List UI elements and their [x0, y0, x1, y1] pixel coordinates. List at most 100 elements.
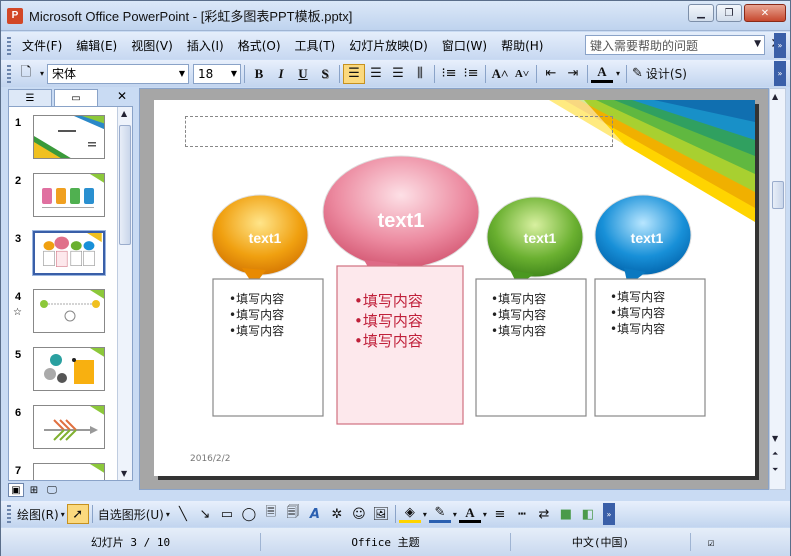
draw-menu-button[interactable]: 绘图(R) ▾ — [15, 504, 67, 524]
bold-button[interactable]: B — [248, 64, 270, 84]
slide-thumbnail-1[interactable]: 1 — [9, 115, 117, 167]
panel-close-icon[interactable]: ✕ — [117, 89, 127, 103]
arrow-tool-icon[interactable]: ↘ — [194, 504, 216, 524]
scroll-up-icon[interactable]: ▲ — [121, 109, 127, 118]
drawing-grip[interactable] — [7, 505, 11, 523]
wordart-icon[interactable]: A — [304, 504, 326, 524]
font-color-icon[interactable]: A — [591, 64, 613, 83]
autoshapes-label: 自选图形(U) — [97, 507, 164, 522]
slide-sorter-icon[interactable]: ⊞ — [26, 483, 42, 497]
menu-help[interactable]: 帮助(H) — [494, 36, 550, 56]
menu-edit[interactable]: 编辑(E) — [69, 36, 124, 56]
title-bar: P Microsoft Office PowerPoint - [彩虹多图表PP… — [1, 1, 790, 31]
decrease-font-icon[interactable]: A˅ — [511, 64, 533, 84]
slide-thumbnail-3[interactable]: 3 — [9, 230, 117, 283]
autoshapes-button[interactable]: 自选图形(U) ▾ — [96, 504, 172, 524]
tab-outline[interactable]: ☰ — [8, 89, 52, 106]
thumbnails-scrollbar[interactable]: ▲ ▼ — [117, 107, 132, 480]
fill-color-icon[interactable]: ◈ — [398, 505, 421, 523]
align-left-icon[interactable]: ☰ — [343, 63, 365, 84]
rectangle-tool-icon[interactable]: ▭ — [216, 504, 238, 524]
dash-style-icon[interactable]: ┅ — [511, 504, 533, 524]
clipart-icon[interactable]: ☺ — [348, 504, 370, 524]
title-placeholder[interactable] — [185, 116, 613, 147]
drawing-overflow-icon[interactable]: » — [602, 503, 615, 525]
scroll-down-icon[interactable]: ▼ — [772, 434, 778, 443]
menu-file[interactable]: 文件(F) — [15, 36, 69, 56]
fill-dropdown-icon[interactable]: ▾ — [421, 504, 429, 524]
new-document-icon[interactable]: 🗋 — [15, 64, 37, 84]
arrow-style-icon[interactable]: ⇄ — [533, 504, 555, 524]
slide-thumbnail-7[interactable]: 7 — [9, 463, 117, 480]
design-button[interactable]: ✎ 设计(S) — [630, 64, 689, 84]
scrollbar-thumb[interactable] — [119, 125, 131, 245]
line-style-icon[interactable]: ≡ — [489, 504, 511, 524]
line-color-icon[interactable]: ✎ — [428, 505, 451, 523]
normal-view-icon[interactable]: ▣ — [8, 483, 24, 497]
next-slide-icon[interactable]: ⏷ — [772, 465, 778, 475]
slide-thumbnails: 1 2 3 4 ☆ 5 6 7 ▲ ▼ — [8, 106, 133, 481]
align-right-icon[interactable]: ☰ — [387, 64, 409, 84]
line-color-dropdown-icon[interactable]: ▾ — [451, 504, 459, 524]
scrollbar-thumb[interactable] — [772, 181, 784, 209]
line-tool-icon[interactable]: ╲ — [172, 504, 194, 524]
slide-thumbnail-2[interactable]: 2 — [9, 173, 117, 225]
decrease-indent-icon[interactable]: ⇤ — [540, 64, 562, 84]
slide-thumbnail-5[interactable]: 5 — [9, 347, 117, 399]
toolbar-grip[interactable] — [7, 64, 11, 83]
chevron-down-icon[interactable]: ▼ — [754, 39, 761, 49]
help-placeholder: 键入需要帮助的问题 — [590, 38, 699, 53]
underline-button[interactable]: U — [292, 64, 314, 84]
menu-format[interactable]: 格式(O) — [231, 36, 288, 56]
toolbar-overflow-icon[interactable]: » — [774, 61, 786, 86]
select-pointer-icon[interactable]: ➚ — [66, 504, 89, 524]
close-button[interactable]: ✕ — [744, 4, 786, 22]
picture-icon[interactable]: 🖼 — [370, 504, 392, 524]
menu-insert[interactable]: 插入(I) — [180, 36, 231, 56]
slide-thumbnail-6[interactable]: 6 — [9, 405, 117, 457]
menu-slideshow[interactable]: 幻灯片放映(D) — [342, 36, 435, 56]
toolbar-options-icon[interactable]: ▾ — [37, 64, 47, 84]
slide-canvas[interactable]: text1 text1 text1 text1 •填写内容 •填写内容 •填写内… — [154, 100, 755, 476]
menu-window[interactable]: 窗口(W) — [435, 36, 494, 56]
italic-button[interactable]: I — [270, 64, 292, 84]
content-box-4[interactable]: •填写内容 •填写内容 •填写内容 — [610, 289, 665, 337]
font-color-draw-icon[interactable]: A — [458, 505, 481, 523]
diagram-icon[interactable]: ✲ — [326, 504, 348, 524]
bulleted-list-icon[interactable]: ⁝≡ — [460, 64, 482, 84]
distribute-icon[interactable]: ⫼ — [409, 64, 431, 84]
increase-indent-icon[interactable]: ⇥ — [562, 64, 584, 84]
scroll-down-icon[interactable]: ▼ — [121, 469, 127, 478]
textbox-tool-icon[interactable]: 🗏 — [260, 504, 282, 524]
editor-scrollbar[interactable]: ▲ ▼ ⏶ ⏷ — [769, 88, 786, 490]
content-box-3[interactable]: •填写内容 •填写内容 •填写内容 — [491, 291, 546, 339]
font-color-draw-dropdown-icon[interactable]: ▾ — [481, 504, 489, 524]
shadow-button[interactable]: S — [314, 64, 336, 84]
increase-font-icon[interactable]: A˄ — [489, 64, 511, 84]
powerpoint-icon[interactable]: P — [7, 7, 23, 24]
shadow-style-icon[interactable]: ■ — [555, 504, 577, 524]
previous-slide-icon[interactable]: ⏶ — [772, 449, 778, 459]
slide-thumbnail-4[interactable]: 4 ☆ — [9, 289, 117, 341]
menu-view[interactable]: 视图(V) — [124, 36, 180, 56]
align-center-icon[interactable]: ☰ — [365, 64, 387, 84]
font-color-dropdown-icon[interactable]: ▾ — [613, 64, 623, 84]
menu-overflow-icon[interactable]: » — [774, 33, 786, 58]
vertical-textbox-icon[interactable]: 🗐 — [282, 504, 304, 524]
restore-button[interactable]: ❐ — [716, 4, 742, 22]
content-box-2[interactable]: •填写内容 •填写内容 •填写内容 — [354, 291, 423, 351]
numbered-list-icon[interactable]: ⁝≡ — [438, 64, 460, 84]
help-search-input[interactable]: 键入需要帮助的问题 ▼ — [585, 35, 765, 55]
menu-grip[interactable] — [7, 36, 11, 55]
content-box-1[interactable]: •填写内容 •填写内容 •填写内容 — [229, 291, 284, 339]
font-size-select[interactable]: 18 ▼ — [193, 63, 241, 84]
spellcheck-icon[interactable]: ☑ — [691, 533, 731, 551]
font-name-select[interactable]: 宋体 ▼ — [47, 63, 189, 84]
scroll-up-icon[interactable]: ▲ — [772, 92, 778, 101]
minimize-button[interactable]: ▁ — [688, 4, 714, 22]
tab-slides[interactable]: ▭ — [54, 89, 98, 106]
menu-tools[interactable]: 工具(T) — [288, 36, 343, 56]
3d-style-icon[interactable]: ◧ — [577, 504, 599, 524]
slideshow-view-icon[interactable]: 🖵 — [44, 483, 60, 497]
oval-tool-icon[interactable]: ◯ — [238, 504, 260, 524]
